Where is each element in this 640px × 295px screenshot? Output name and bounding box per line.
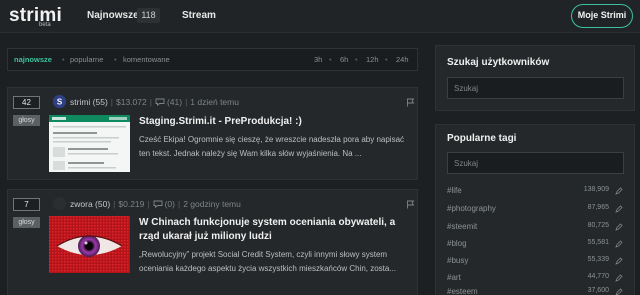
meta-separator: | <box>110 97 113 107</box>
tag-row[interactable]: #life 138,909 <box>447 186 623 198</box>
post-value: $13.072 <box>116 97 147 107</box>
meta-separator: | <box>185 97 188 107</box>
tag-name[interactable]: #blog <box>447 239 467 248</box>
author-name[interactable]: strimi (55) <box>70 97 108 107</box>
nav-newest[interactable]: Najnowsze <box>87 10 139 21</box>
nav-newest-count-badge: 118 <box>137 8 160 23</box>
filter-separator: • <box>114 55 117 64</box>
thumbnail-image <box>49 115 130 172</box>
flag-icon[interactable] <box>406 98 415 107</box>
tag-count: 80,725 <box>587 222 609 229</box>
edit-icon[interactable] <box>615 274 623 282</box>
tag-row[interactable]: #photography 87,965 <box>447 204 623 216</box>
search-users-panel: Szukaj użytkowników <box>435 45 635 111</box>
tag-name[interactable]: #life <box>447 186 462 195</box>
search-users-input[interactable] <box>447 77 624 99</box>
author-avatar[interactable]: S <box>53 95 66 108</box>
svg-text:S: S <box>57 98 63 107</box>
filter-bar: najnowsze • popularne • komentowane 3h •… <box>7 48 418 71</box>
edit-icon[interactable] <box>615 288 623 295</box>
time-filter-12h[interactable]: 12h <box>366 55 379 64</box>
post-title[interactable]: W Chinach funkcjonuje system oceniania o… <box>139 216 409 244</box>
meta-separator: | <box>149 97 152 107</box>
popular-tags-panel: Popularne tagi #life 138,909 #photograph… <box>435 124 635 295</box>
vote-count[interactable]: 42 <box>13 96 40 109</box>
tag-count: 138,909 <box>583 186 609 193</box>
post-excerpt: Cześć Ekipa! Ogromnie się cieszę, że wre… <box>139 135 405 158</box>
author-name[interactable]: zwora (50) <box>70 199 110 209</box>
post-time: 2 godziny temu <box>183 199 241 209</box>
tag-name[interactable]: #photography <box>447 204 496 213</box>
strimi-logo-icon: S <box>53 95 66 108</box>
time-filter-3h[interactable]: 3h <box>314 55 322 64</box>
post-title[interactable]: Staging.Strimi.it - PreProdukcja! :) <box>139 115 409 129</box>
tag-count: 55,581 <box>587 239 609 246</box>
tag-search-input[interactable] <box>447 152 624 174</box>
tag-row[interactable]: #steemit 80,725 <box>447 222 623 234</box>
time-filter-6h[interactable]: 6h <box>340 55 348 64</box>
tag-name[interactable]: #esteem <box>447 287 478 295</box>
tag-count: 44,770 <box>587 273 609 280</box>
tag-name[interactable]: #busy <box>447 256 468 265</box>
edit-icon[interactable] <box>615 257 623 265</box>
tag-name[interactable]: #art <box>447 273 461 282</box>
edit-icon[interactable] <box>615 223 623 231</box>
top-bar: strimi beta Najnowsze 118 Stream Moje St… <box>0 0 640 33</box>
comment-icon[interactable] <box>153 200 163 209</box>
comment-count[interactable]: (41) <box>167 97 182 107</box>
tag-row[interactable]: #busy 55,339 <box>447 256 623 268</box>
post-card: 42 głosy S strimi (55) | $13.072 | (41) | 1 dz… <box>7 87 418 180</box>
post-meta: zwora (50) | $0.219 | (0) | 2 godziny temu <box>70 199 241 209</box>
tag-count: 37,600 <box>587 287 609 294</box>
meta-separator: | <box>113 199 116 209</box>
time-filter-24h[interactable]: 24h <box>396 55 409 64</box>
edit-icon[interactable] <box>615 240 623 248</box>
thumbnail-image <box>49 216 130 273</box>
filter-separator: • <box>62 55 65 64</box>
comment-icon[interactable] <box>155 98 165 107</box>
logo[interactable]: strimi <box>9 5 62 27</box>
tag-row[interactable]: #esteem 37,600 <box>447 287 623 295</box>
comment-count[interactable]: (0) <box>165 199 175 209</box>
tag-row[interactable]: #art 44,770 <box>447 273 623 285</box>
filter-popular[interactable]: popularne <box>70 55 103 64</box>
popular-tags-heading: Popularne tagi <box>447 133 517 144</box>
tag-count: 55,339 <box>587 256 609 263</box>
meta-separator: | <box>147 199 150 209</box>
filter-commented[interactable]: komentowane <box>123 55 170 64</box>
filter-separator: • <box>329 55 332 64</box>
logo-beta-label: beta <box>39 22 51 28</box>
tag-count: 87,965 <box>587 204 609 211</box>
meta-separator: | <box>177 199 181 209</box>
flag-icon[interactable] <box>406 200 415 209</box>
post-value: $0.219 <box>118 199 145 209</box>
vote-label: głosy <box>13 217 40 228</box>
vote-label: głosy <box>13 115 40 126</box>
post-time: 1 dzień temu <box>190 97 239 107</box>
filter-separator: • <box>355 55 358 64</box>
post-card: 7 głosy zwora (50) | $0.219 | (0) | 2 godziny … <box>7 189 418 295</box>
filter-separator: • <box>385 55 388 64</box>
post-excerpt: „Rewolucyjny” projekt Social Credit Syst… <box>139 250 397 273</box>
vote-count[interactable]: 7 <box>13 198 40 211</box>
filter-newest[interactable]: najnowsze <box>14 55 52 64</box>
my-strimi-button[interactable]: Moje Strimi <box>571 4 633 28</box>
post-thumbnail[interactable] <box>49 115 130 172</box>
tag-name[interactable]: #steemit <box>447 222 477 231</box>
edit-icon[interactable] <box>615 205 623 213</box>
author-avatar[interactable] <box>53 197 66 210</box>
search-users-heading: Szukaj użytkowników <box>447 57 550 68</box>
post-meta: strimi (55) | $13.072 | (41) | 1 dzień temu <box>70 97 239 107</box>
tag-row[interactable]: #blog 55,581 <box>447 239 623 251</box>
post-thumbnail[interactable] <box>49 216 130 273</box>
edit-icon[interactable] <box>615 187 623 195</box>
nav-stream[interactable]: Stream <box>182 10 216 21</box>
